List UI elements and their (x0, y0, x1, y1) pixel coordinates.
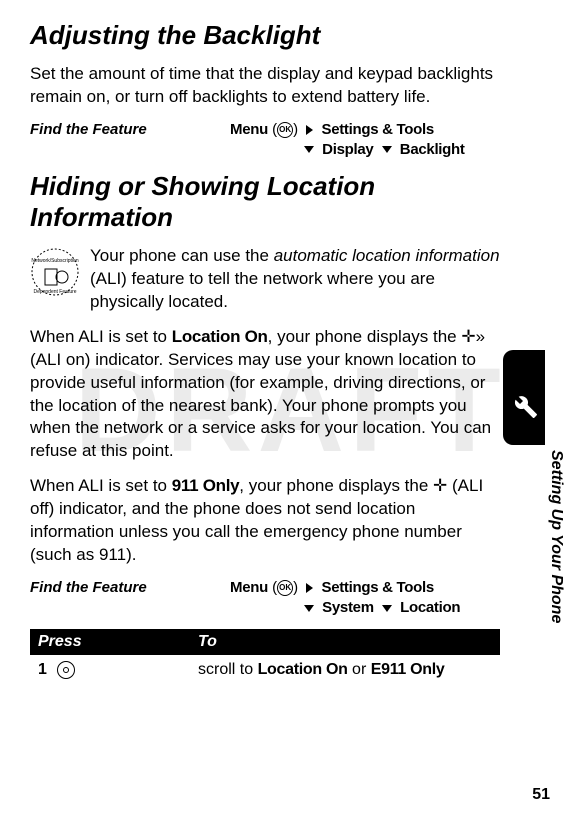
path-backlight: Backlight (400, 141, 465, 158)
header-to: To (198, 633, 217, 651)
arrow-right-icon (306, 583, 313, 593)
arrow-down-icon (382, 146, 392, 153)
heading-backlight: Adjusting the Backlight (30, 20, 500, 51)
menu-label: Menu (230, 579, 268, 596)
menu-label: Menu (230, 121, 268, 138)
arrow-right-icon (306, 125, 313, 135)
network-feature-icon: Network/Subscription Dependent Feature (30, 247, 80, 302)
arrow-down-icon (304, 605, 314, 612)
heading-location: Hiding or Showing Location Information (30, 171, 500, 233)
nav-key-icon (57, 661, 75, 679)
find-feature-location: Find the Feature Menu (OK) Settings & To… (30, 579, 500, 619)
table-header: Press To (30, 629, 500, 655)
ali-on-icon: ✛» (461, 327, 485, 346)
path-system: System (322, 599, 374, 616)
svg-text:Dependent Feature: Dependent Feature (33, 289, 76, 295)
para-ali-off: When ALI is set to 911 Only, your phone … (30, 475, 500, 567)
path-display: Display (322, 141, 373, 158)
svg-text:Network/Subscription: Network/Subscription (31, 258, 78, 264)
ali-off-icon: ✛ (433, 476, 447, 495)
intro-backlight: Set the amount of time that the display … (30, 63, 500, 109)
ok-button-icon: OK (277, 580, 293, 596)
arrow-down-icon (304, 146, 314, 153)
ok-button-icon: OK (277, 122, 293, 138)
para-ali-on: When ALI is set to Location On, your pho… (30, 326, 500, 464)
header-press: Press (38, 633, 198, 651)
para-ali-intro: Your phone can use the automatic locatio… (30, 245, 500, 314)
nav-path: Menu (OK) Settings & Tools Display Backl… (230, 121, 500, 161)
wrench-icon (514, 395, 538, 425)
nav-path: Menu (OK) Settings & Tools System Locati… (230, 579, 500, 619)
path-settings: Settings & Tools (321, 121, 433, 138)
page-number: 51 (532, 786, 550, 804)
arrow-down-icon (382, 605, 392, 612)
find-feature-label: Find the Feature (30, 121, 230, 161)
path-location: Location (400, 599, 460, 616)
find-feature-label: Find the Feature (30, 579, 230, 619)
path-settings: Settings & Tools (321, 579, 433, 596)
step-number: 1 (38, 661, 47, 679)
table-row: 1 scroll to Location On or E911 Only (30, 655, 500, 685)
find-feature-backlight: Find the Feature Menu (OK) Settings & To… (30, 121, 500, 161)
